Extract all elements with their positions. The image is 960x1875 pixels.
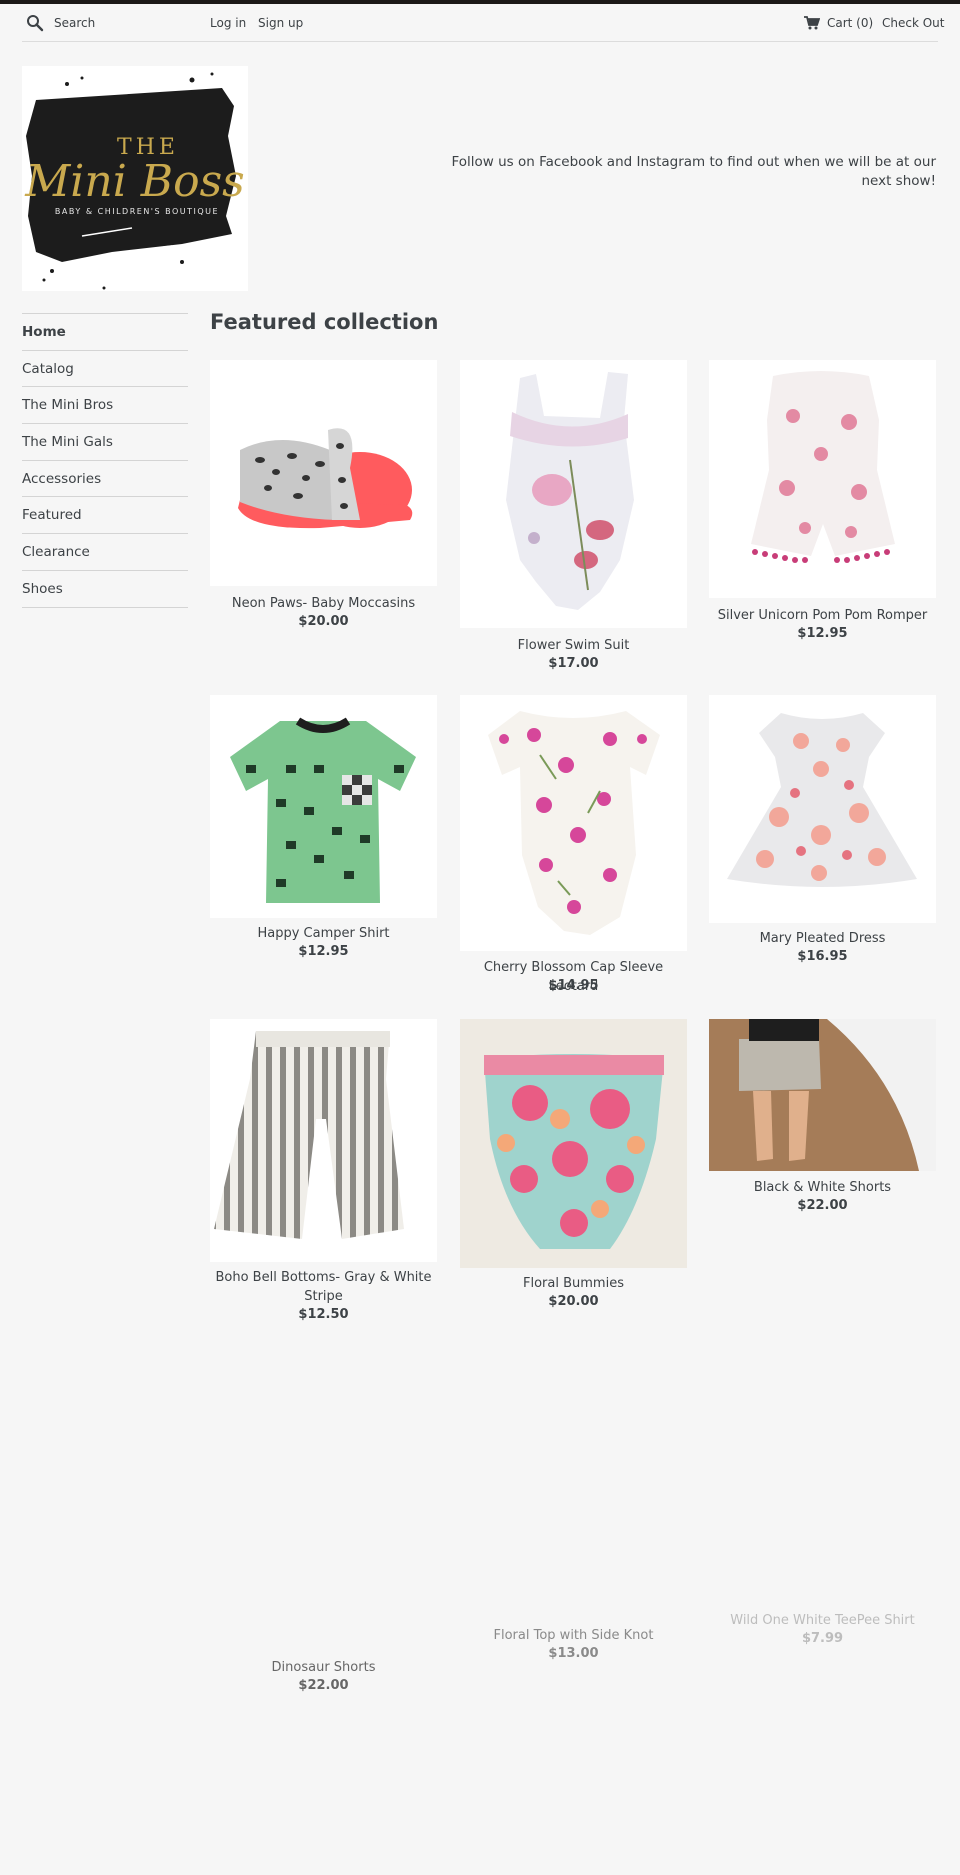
product-image-romper[interactable] — [709, 360, 936, 598]
product-price: $7.99 — [801, 1631, 844, 1646]
product-price: $13.00 — [548, 1646, 599, 1661]
product-card: Floral Bummies $20.00 — [460, 1019, 687, 1309]
signup-link[interactable]: Sign up — [258, 16, 303, 30]
site-header: Log in Sign up Cart (0) Check Out — [22, 4, 944, 42]
nav-item-catalog[interactable]: Catalog — [22, 351, 188, 388]
logo-text-sub: BABY & CHILDREN'S BOUTIQUE — [55, 207, 219, 216]
checkout-link[interactable]: Check Out — [882, 16, 944, 30]
product-card: Cherry Blossom Cap Sleeve Leotard $14.95 — [460, 695, 687, 1000]
bell-bottoms-illustration — [214, 1031, 404, 1239]
camper-shirt-illustration — [230, 717, 416, 903]
product-name[interactable]: Boho Bell Bottoms- Gray & White Stripe — [210, 1268, 437, 1306]
product-image-camper-shirt[interactable] — [210, 695, 437, 918]
nav-item-accessories[interactable]: Accessories — [22, 461, 188, 498]
nav-item-shoes[interactable]: Shoes — [22, 571, 188, 608]
search-icon[interactable] — [26, 14, 44, 32]
bummies-illustration — [484, 1054, 664, 1249]
product-image-bummies[interactable] — [460, 1019, 687, 1268]
product-name[interactable]: Floral Bummies — [460, 1274, 687, 1293]
announcement-text: Follow us on Facebook and Instagram to f… — [451, 154, 936, 189]
product-price: $22.00 — [797, 1198, 848, 1213]
product-card: Dinosaur Shorts $22.00 — [210, 1658, 437, 1703]
product-image-moccasins[interactable] — [210, 360, 437, 586]
product-name[interactable]: Happy Camper Shirt — [210, 924, 437, 943]
logo-graphic: THE Mini Boss BABY & CHILDREN'S BOUTIQUE — [24, 72, 245, 290]
nav-item-mini-bros[interactable]: The Mini Bros — [22, 387, 188, 425]
product-card: Mary Pleated Dress $16.95 — [709, 695, 936, 970]
product-name[interactable]: Black & White Shorts — [709, 1178, 936, 1197]
nav-item-featured[interactable]: Featured — [22, 497, 188, 535]
product-card: Neon Paws- Baby Moccasins $20.00 — [210, 360, 437, 640]
product-card: Silver Unicorn Pom Pom Romper $12.95 — [709, 360, 936, 650]
product-name[interactable]: Neon Paws- Baby Moccasins — [210, 594, 437, 613]
product-price: $20.00 — [298, 614, 349, 629]
sidebar-nav: Home Catalog The Mini Bros The Mini Gals… — [22, 313, 188, 608]
collection-title: Featured collection — [210, 310, 439, 334]
product-card: Boho Bell Bottoms- Gray & White Stripe $… — [210, 1019, 437, 1324]
product-card: Flower Swim Suit $17.00 — [460, 360, 687, 671]
bw-shorts-photo — [709, 1019, 936, 1171]
moccasin-illustration — [238, 428, 413, 529]
product-image-bw-shorts[interactable] — [709, 1019, 936, 1171]
dress-illustration — [727, 713, 917, 887]
nav-item-mini-gals[interactable]: The Mini Gals — [22, 424, 188, 461]
product-name[interactable]: Silver Unicorn Pom Pom Romper — [709, 606, 936, 625]
nav-item-clearance[interactable]: Clearance — [22, 534, 188, 571]
product-name[interactable]: Mary Pleated Dress — [709, 929, 936, 948]
product-card: Floral Top with Side Knot $13.00 — [460, 1626, 687, 1671]
search-input[interactable] — [54, 12, 204, 34]
product-name[interactable]: Wild One White TeePee Shirt — [709, 1611, 936, 1630]
product-price: $12.50 — [298, 1307, 349, 1322]
login-link[interactable]: Log in — [210, 16, 246, 30]
logo-text-name: Mini Boss — [24, 156, 245, 207]
product-name[interactable]: Floral Top with Side Knot — [460, 1626, 687, 1645]
product-image-leotard[interactable] — [460, 695, 687, 951]
product-name[interactable]: Flower Swim Suit — [460, 636, 687, 655]
product-price: $20.00 — [548, 1294, 599, 1309]
product-name[interactable]: Dinosaur Shorts — [210, 1658, 437, 1677]
product-price: $22.00 — [298, 1678, 349, 1693]
product-price: $12.95 — [797, 626, 848, 641]
product-price: $12.95 — [298, 944, 349, 959]
product-image-swimsuit[interactable] — [460, 360, 687, 628]
product-price: $16.95 — [797, 949, 848, 964]
product-card: Happy Camper Shirt $12.95 — [210, 695, 437, 965]
leotard-illustration — [488, 711, 660, 935]
product-price: $14.95 — [548, 978, 599, 993]
swimsuit-illustration — [506, 372, 634, 610]
product-card: Black & White Shorts $22.00 — [709, 1019, 936, 1219]
store-logo[interactable]: THE Mini Boss BABY & CHILDREN'S BOUTIQUE — [22, 66, 248, 291]
product-image-dress[interactable] — [709, 695, 936, 923]
product-card: Wild One White TeePee Shirt $7.99 — [709, 1611, 936, 1656]
product-image-bell-bottoms[interactable] — [210, 1019, 437, 1262]
nav-item-home[interactable]: Home — [22, 314, 188, 351]
cart-icon[interactable] — [804, 16, 820, 30]
romper-illustration — [751, 371, 895, 563]
cart-link[interactable]: Cart (0) — [827, 16, 873, 30]
product-price: $17.00 — [548, 656, 599, 671]
